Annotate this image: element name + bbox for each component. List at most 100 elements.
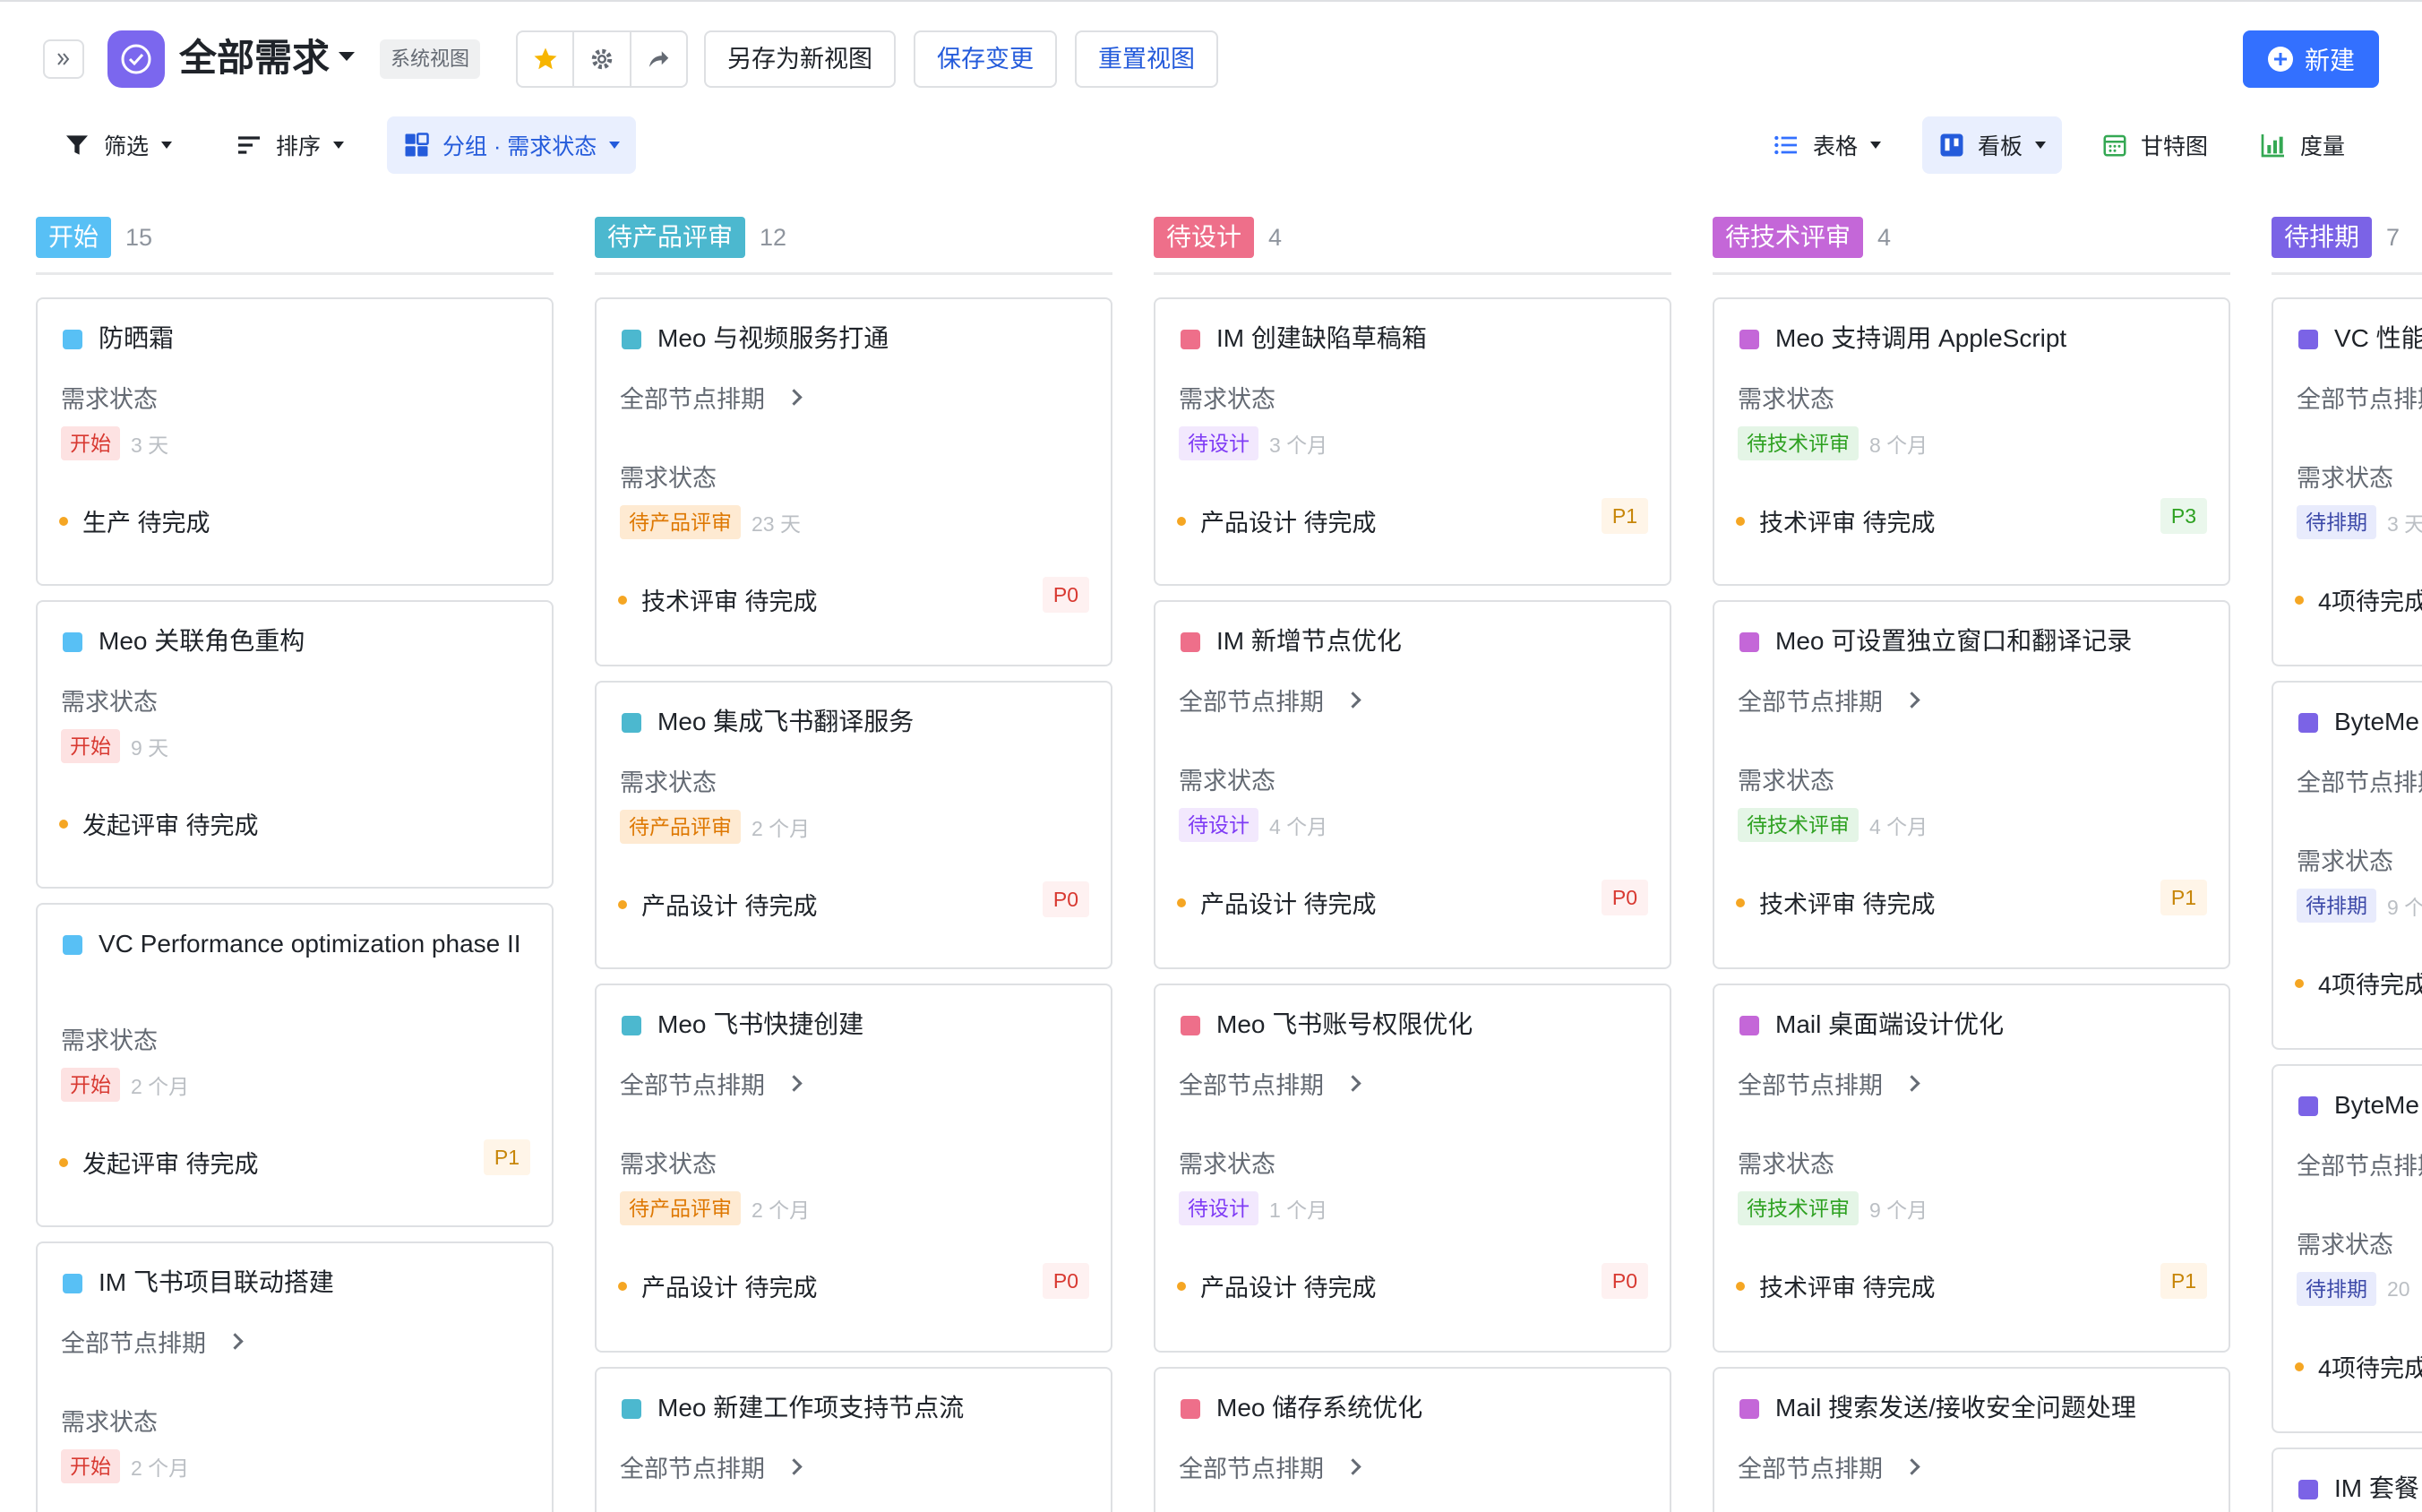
card-title[interactable]: Meo 支持调用 AppleScript	[1775, 321, 2214, 357]
card-title[interactable]: Meo 新建工作项支持节点流	[657, 1390, 1096, 1426]
card-title[interactable]: IM 创建缺陷草稿箱	[1216, 321, 1655, 357]
requirement-card[interactable]: Meo 储存系统优化全部节点排期	[1154, 1367, 1671, 1512]
requirement-card[interactable]: Meo 飞书账号权限优化 全部节点排期 需求状态 待设计 1 个月 产品设计 待完成 P0	[1154, 984, 1671, 1353]
schedule-link[interactable]: 全部节点排期	[620, 1066, 803, 1101]
pending-task-row[interactable]: 产品设计 待完成	[1177, 1268, 1377, 1303]
requirement-card[interactable]: IM 新增节点优化 全部节点排期 需求状态 待设计 4 个月 产品设计 待完成 P0	[1154, 600, 1671, 969]
schedule-link[interactable]: 全部节点排期	[2297, 763, 2422, 798]
card-title[interactable]: Meo 与视频服务打通	[657, 321, 1096, 357]
status-badge[interactable]: 待产品评审	[620, 505, 741, 539]
status-badge[interactable]: 待技术评审	[1738, 808, 1859, 842]
kanban-view-button[interactable]: 看板	[1922, 116, 2063, 174]
table-view-button[interactable]: 表格	[1756, 116, 1897, 174]
requirement-card[interactable]: Meo 集成飞书翻译服务 需求状态 待产品评审 2 个月 产品设计 待完成 P0	[595, 681, 1112, 969]
settings-button[interactable]	[574, 32, 631, 86]
requirement-card[interactable]: ByteMe 全部节点排期需求状态待排期 20 4项待完成	[2272, 1064, 2422, 1433]
pending-task-row[interactable]: 技术评审 待完成	[618, 582, 818, 617]
requirement-card[interactable]: IM 套餐	[2272, 1448, 2422, 1512]
reset-view-button[interactable]: 重置视图	[1075, 30, 1218, 88]
requirement-card[interactable]: Meo 支持调用 AppleScript 需求状态 待技术评审 8 个月 技术评审 待完…	[1713, 297, 2230, 586]
save-as-new-view-button[interactable]: 另存为新视图	[704, 30, 896, 88]
status-badge[interactable]: 待技术评审	[1738, 426, 1859, 460]
card-title[interactable]: IM 套餐	[2334, 1471, 2422, 1507]
requirement-card[interactable]: Meo 飞书快捷创建 全部节点排期 需求状态 待产品评审 2 个月 产品设计 待完成 P0	[595, 984, 1112, 1353]
new-item-button[interactable]: 新建	[2243, 30, 2379, 88]
card-title[interactable]: Mail 桌面端设计优化	[1775, 1007, 2214, 1043]
schedule-link[interactable]: 全部节点排期	[1179, 683, 1361, 717]
requirement-card[interactable]: VC 性能全部节点排期需求状态待排期 3 天 4项待完成	[2272, 297, 2422, 666]
requirement-card[interactable]: IM 飞书项目联动搭建 全部节点排期 需求状态 开始 2 个月	[36, 1241, 554, 1512]
title-dropdown-icon[interactable]	[337, 50, 356, 63]
pending-task-row[interactable]: 技术评审 待完成	[1736, 1268, 1936, 1303]
status-badge[interactable]: 待排期	[2297, 889, 2376, 923]
pending-task-row[interactable]: 4项待完成	[2295, 966, 2422, 1001]
pending-task-row[interactable]: 发起评审 待完成	[59, 1145, 259, 1180]
card-title[interactable]: Meo 储存系统优化	[1216, 1390, 1655, 1426]
card-title[interactable]: IM 飞书项目联动搭建	[99, 1265, 537, 1301]
schedule-link[interactable]: 全部节点排期	[1738, 683, 1920, 717]
status-badge[interactable]: 待设计	[1179, 808, 1258, 842]
pending-task-row[interactable]: 技术评审 待完成	[1736, 503, 1936, 538]
filter-button[interactable]: 筛选	[47, 116, 188, 174]
card-title[interactable]: Meo 可设置独立窗口和翻译记录	[1775, 623, 2214, 659]
card-title[interactable]: IM 新增节点优化	[1216, 623, 1655, 659]
gantt-view-button[interactable]: 甘特图	[2085, 116, 2224, 174]
card-title[interactable]: ByteMe	[2334, 704, 2422, 740]
status-badge[interactable]: 待排期	[2297, 1272, 2376, 1306]
metrics-view-button[interactable]: 度量	[2243, 116, 2361, 174]
status-badge[interactable]: 开始	[61, 1068, 120, 1102]
status-badge[interactable]: 开始	[61, 729, 120, 763]
schedule-link[interactable]: 全部节点排期	[1179, 1449, 1361, 1484]
requirement-card[interactable]: Meo 与视频服务打通 全部节点排期 需求状态 待产品评审 23 天技术评审 待完成 P0	[595, 297, 1112, 666]
schedule-link[interactable]: 全部节点排期	[2297, 1147, 2422, 1181]
requirement-card[interactable]: VC Performance optimization phase II 需求状态…	[36, 903, 554, 1227]
requirement-card[interactable]: Mail 桌面端设计优化 全部节点排期 需求状态 待技术评审 9 个月 技术评审 待完成 P…	[1713, 984, 2230, 1353]
card-title[interactable]: 防晒霜	[99, 321, 537, 357]
favorite-button[interactable]	[518, 32, 575, 86]
schedule-link[interactable]: 全部节点排期	[1738, 1066, 1920, 1101]
card-title[interactable]: VC 性能	[2334, 321, 2422, 357]
sort-button[interactable]: 排序	[219, 116, 360, 174]
pending-task-row[interactable]: 产品设计 待完成	[1177, 885, 1377, 920]
requirement-card[interactable]: 防晒霜 需求状态 开始 3 天生产 待完成	[36, 297, 554, 586]
card-title[interactable]: Meo 集成飞书翻译服务	[657, 704, 1096, 740]
status-badge[interactable]: 待技术评审	[1738, 1191, 1859, 1225]
schedule-link[interactable]: 全部节点排期	[61, 1324, 244, 1359]
requirement-card[interactable]: Meo 可设置独立窗口和翻译记录 全部节点排期 需求状态 待技术评审 4 个月 技术评审 …	[1713, 600, 2230, 969]
card-title[interactable]: Meo 飞书账号权限优化	[1216, 1007, 1655, 1043]
pending-task-row[interactable]: 产品设计 待完成	[1177, 503, 1377, 538]
card-title[interactable]: Meo 飞书快捷创建	[657, 1007, 1096, 1043]
schedule-link[interactable]: 全部节点排期	[1738, 1449, 1920, 1484]
pending-task-row[interactable]: 4项待完成	[2295, 582, 2422, 617]
group-by-button[interactable]: 分组 · 需求状态	[387, 116, 637, 174]
status-badge[interactable]: 待排期	[2297, 505, 2376, 539]
requirement-card[interactable]: IM 创建缺陷草稿箱 需求状态 待设计 3 个月 产品设计 待完成 P1	[1154, 297, 1671, 586]
schedule-link[interactable]: 全部节点排期	[620, 1449, 803, 1484]
status-badge[interactable]: 待产品评审	[620, 1191, 741, 1225]
schedule-link[interactable]: 全部节点排期	[2297, 380, 2422, 415]
requirement-card[interactable]: Mail 搜索发送/接收安全问题处理全部节点排期	[1713, 1367, 2230, 1512]
status-badge[interactable]: 待设计	[1179, 1191, 1258, 1225]
pending-task-row[interactable]: 4项待完成	[2295, 1349, 2422, 1384]
schedule-link[interactable]: 全部节点排期	[1179, 1066, 1361, 1101]
card-title[interactable]: VC Performance optimization phase II	[99, 926, 537, 962]
pending-task-row[interactable]: 产品设计 待完成	[618, 887, 818, 922]
pending-task-row[interactable]: 技术评审 待完成	[1736, 885, 1936, 920]
status-badge[interactable]: 待产品评审	[620, 810, 741, 844]
card-title[interactable]: ByteMe	[2334, 1087, 2422, 1123]
status-badge[interactable]: 开始	[61, 1449, 120, 1483]
requirement-card[interactable]: Meo 新建工作项支持节点流全部节点排期	[595, 1367, 1112, 1512]
card-title[interactable]: Mail 搜索发送/接收安全问题处理	[1775, 1390, 2214, 1426]
schedule-link[interactable]: 全部节点排期	[620, 380, 803, 415]
status-badge[interactable]: 开始	[61, 426, 120, 460]
status-badge[interactable]: 待设计	[1179, 426, 1258, 460]
requirement-card[interactable]: Meo 关联角色重构 需求状态 开始 9 天发起评审 待完成	[36, 600, 554, 889]
pending-task-row[interactable]: 发起评审 待完成	[59, 806, 259, 841]
expand-sidebar-button[interactable]	[43, 39, 84, 79]
requirement-card[interactable]: ByteMe 全部节点排期需求状态待排期 9 个月 4项待完成	[2272, 681, 2422, 1050]
share-button[interactable]	[631, 32, 686, 86]
card-title[interactable]: Meo 关联角色重构	[99, 623, 537, 659]
save-changes-button[interactable]: 保存变更	[914, 30, 1057, 88]
pending-task-row[interactable]: 产品设计 待完成	[618, 1268, 818, 1303]
pending-task-row[interactable]: 生产 待完成	[59, 503, 210, 538]
